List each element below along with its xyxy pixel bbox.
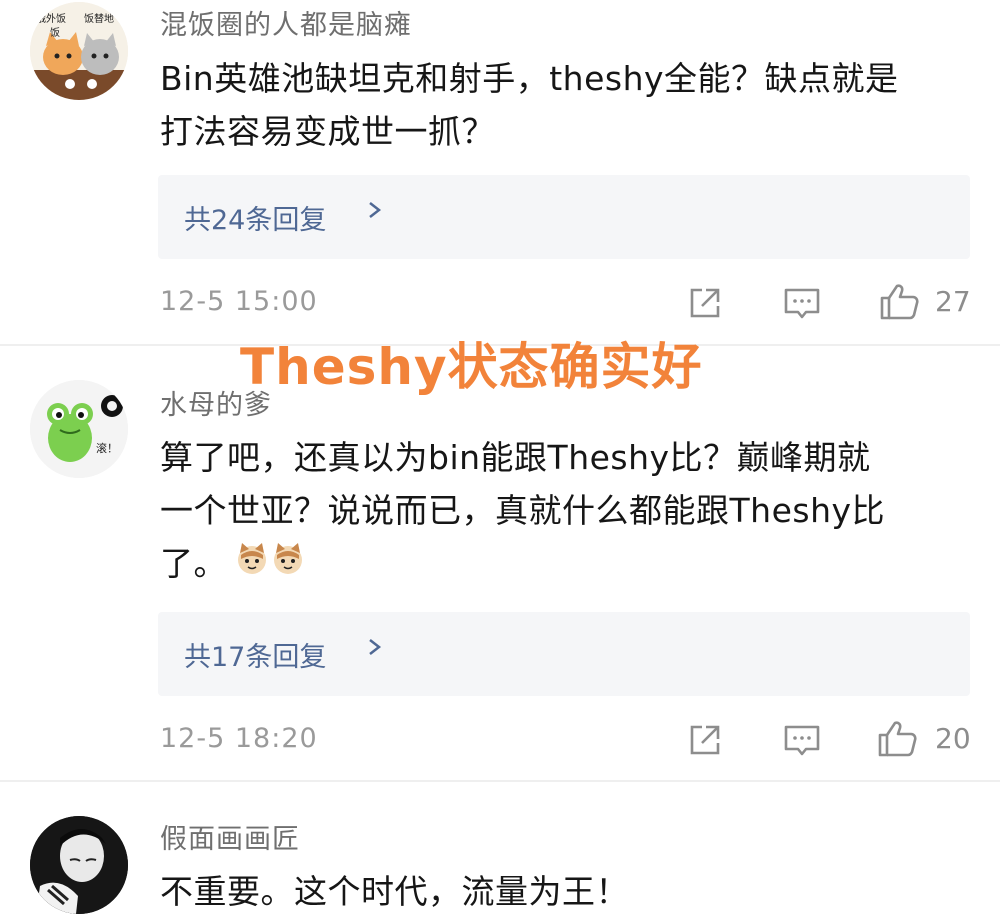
chevron-right-icon [366,632,384,669]
username[interactable]: 假面画画匠 [160,817,300,856]
portrait-avatar-icon [30,816,128,914]
comment-icon[interactable] [782,286,822,326]
replies-button[interactable]: 共24条回复 [158,175,970,259]
replies-label: 共17条回复 [184,642,327,673]
avatar-caption: 滚！ [96,442,118,455]
comment-line: 了。 [160,537,970,590]
avatar[interactable]: 俄外饭 饭替地 饭 [30,2,128,100]
frog-avatar-icon [30,380,128,478]
comment-line: 一个世亚？说说而已，真就什么都能跟Theshy比 [160,491,886,530]
comment-text: 算了吧，还真以为bin能跟Theshy比？巅峰期就 一个世亚？说说而已，真就什么… [160,431,970,590]
chevron-right-icon [366,195,384,232]
comment-line: 算了吧，还真以为bin能跟Theshy比？巅峰期就 [160,438,871,477]
comment-line: Bin英雄池缺坦克和射手，theshy全能？缺点就是 [160,59,899,98]
username[interactable]: 混饭圈的人都是脑瘫 [160,3,412,42]
comment-line-text: 了。 [160,544,227,583]
share-icon[interactable] [686,721,724,763]
comment-line: 打法容易变成世一抓？ [160,112,495,151]
comment-time: 12-5 15:00 [160,286,318,317]
comment-text: 不重要。这个时代，流量为王！ [160,865,970,916]
avatar-caption: 饭 [50,28,60,39]
avatar[interactable]: 滚！ [30,380,128,478]
cat-emoji-icon [271,537,305,590]
replies-button[interactable]: 共17条回复 [158,612,970,696]
replies-label: 共24条回复 [184,205,327,236]
avatar-caption: 饭替地 [84,14,114,25]
overlay-caption: Theshy状态确实好 [240,338,703,396]
comment-item: 假面画画匠 不重要。这个时代，流量为王！ [0,781,1000,916]
comment-time: 12-5 18:20 [160,723,318,754]
comment-item: 俄外饭 饭替地 饭 混饭圈的人都是脑瘫 Bin英雄池缺坦克和射手，theshy全… [0,0,1000,340]
comment-line: 不重要。这个时代，流量为王！ [160,872,629,911]
like-count: 20 [935,722,971,755]
comment-text: Bin英雄池缺坦克和射手，theshy全能？缺点就是 打法容易变成世一抓？ [160,52,970,158]
avatar[interactable] [30,816,128,914]
like-count: 27 [935,285,971,318]
thumbs-up-icon[interactable] [876,719,918,763]
share-icon[interactable] [686,284,724,326]
avatar-caption: 俄外饭 [36,14,66,25]
comment-icon[interactable] [782,723,822,763]
comment-item: 滚！ 水母的爹 算了吧，还真以为bin能跟Theshy比？巅峰期就 一个世亚？说… [0,345,1000,780]
cat-emoji-icon [235,537,269,590]
thumbs-up-icon[interactable] [878,282,920,326]
